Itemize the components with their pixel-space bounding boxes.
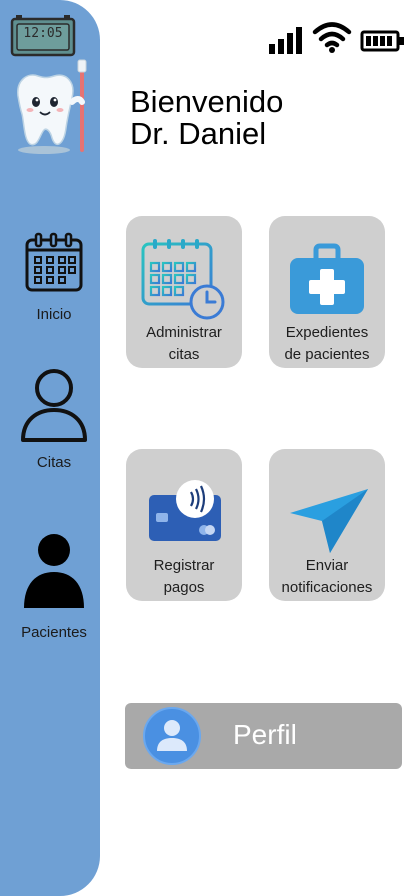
sidebar-item-label: Inicio (36, 306, 72, 323)
paper-plane-icon (290, 489, 368, 553)
card-label: Enviar notificaciones (281, 557, 373, 596)
manage-appointments-card[interactable]: Administrar citas (126, 216, 242, 368)
card-label: Administrar citas (146, 324, 222, 363)
sidebar-item-pacientes[interactable]: Pacientes (0, 532, 108, 641)
signal-bars-icon (269, 27, 302, 54)
greeting-line: Bienvenido (130, 84, 284, 119)
profile-label: Perfil (233, 719, 297, 750)
user-filled-icon (24, 534, 84, 608)
sidebar-item-label: Citas (36, 454, 72, 471)
calendar-clock-icon (141, 239, 225, 320)
send-notifications-card[interactable]: Enviar notificaciones (269, 449, 385, 601)
sidebar-item-citas[interactable]: Citas (0, 368, 108, 471)
patient-records-card[interactable]: Expedientes de pacientes (269, 216, 385, 368)
register-payments-card[interactable]: Registrar pagos (126, 449, 242, 601)
profile-button[interactable]: Perfil (125, 703, 402, 769)
doctor-name: Dr. Daniel (130, 116, 267, 151)
card-label: Registrar pagos (153, 557, 215, 596)
credit-card-icon (149, 480, 221, 541)
avatar-icon (143, 707, 201, 765)
wifi-icon (312, 22, 352, 53)
card-label: Expedientes de pacientes (284, 324, 370, 363)
user-outline-icon (21, 369, 87, 442)
sidebar-item-label: Pacientes (21, 624, 87, 641)
tooth-mascot-logo (17, 59, 87, 154)
medical-case-icon (290, 243, 364, 314)
calendar-icon (25, 232, 83, 292)
sidebar: 12:05 Inicio Citas Pacientes (0, 0, 100, 896)
page-title: Bienvenido Dr. Daniel (130, 86, 283, 150)
sidebar-item-inicio[interactable]: Inicio (0, 232, 108, 323)
battery-icon (360, 30, 404, 52)
clock-time: 12:05 (23, 26, 63, 41)
